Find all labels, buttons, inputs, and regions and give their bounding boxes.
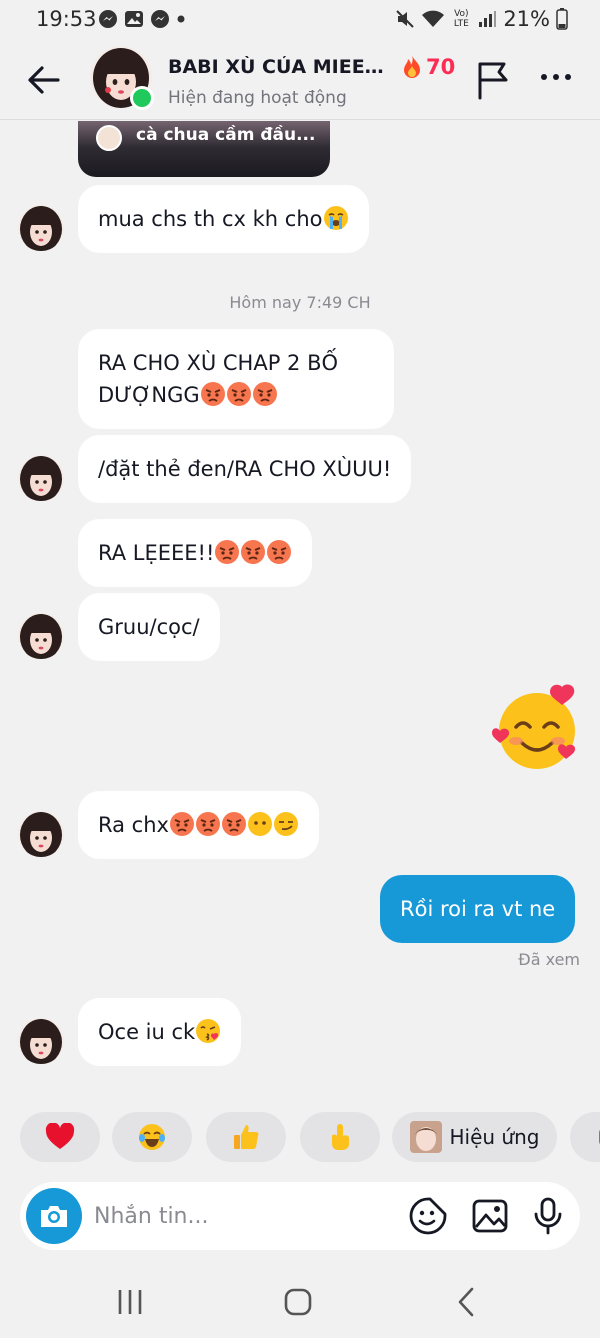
microphone-icon[interactable] xyxy=(528,1196,568,1236)
angry-emoji-icon xyxy=(221,812,246,836)
streak-badge[interactable]: 70 xyxy=(400,54,455,80)
sticker-icon xyxy=(599,1129,600,1145)
message-bubble[interactable]: mua chs th cx kh cho xyxy=(78,185,369,253)
home-icon[interactable] xyxy=(276,1284,320,1320)
recent-apps-icon[interactable] xyxy=(108,1284,152,1320)
message-bubble[interactable]: /đặt thẻ đen/RA CHO XÙUU! xyxy=(78,435,412,503)
notification-icons xyxy=(98,9,186,29)
message-text: Oce iu ck xyxy=(98,1020,196,1044)
contact-name[interactable]: BABI XÙ CỦA MIEE ... xyxy=(168,56,386,78)
quick-reaction-bar: Hiệu ứng xyxy=(0,1110,600,1166)
messenger-icon xyxy=(151,10,169,28)
sender-avatar[interactable] xyxy=(18,811,64,857)
message-text: Ra chx xyxy=(98,813,169,837)
more-effects-button[interactable] xyxy=(570,1112,600,1162)
no-mouth-emoji-icon xyxy=(247,812,272,836)
shared-video-author-avatar xyxy=(96,125,122,151)
message-text: mua chs th cx kh cho xyxy=(98,207,323,231)
back-button[interactable] xyxy=(22,58,66,102)
sender-avatar[interactable] xyxy=(18,205,64,251)
seen-status: Đã xem xyxy=(518,950,580,969)
my-message-bubble[interactable]: Rồi roi ra vt ne xyxy=(380,875,576,943)
status-time: 19:53 xyxy=(36,7,97,31)
dot-icon xyxy=(177,15,185,23)
sender-avatar[interactable] xyxy=(18,613,64,659)
smirk-emoji-icon xyxy=(273,812,298,836)
effects-thumbnail-icon xyxy=(409,1121,442,1153)
message-bubble[interactable]: RA LẸEEE!! xyxy=(78,519,313,587)
sticker-icon[interactable] xyxy=(408,1196,448,1236)
quick-reaction-heart[interactable] xyxy=(20,1112,100,1162)
message-bubble[interactable]: Gruu/cọc/ xyxy=(78,593,220,661)
thumbs-up-icon xyxy=(234,1125,259,1149)
gallery-icon xyxy=(125,11,143,27)
fire-icon xyxy=(404,55,420,78)
angry-emoji-icon xyxy=(195,812,220,836)
system-icons: Vo) LTE 21% xyxy=(395,7,568,31)
angry-emoji-icon xyxy=(226,382,251,406)
streak-count: 70 xyxy=(426,55,456,79)
flag-icon xyxy=(478,62,508,100)
online-indicator xyxy=(130,86,154,110)
signal-icon xyxy=(479,11,497,27)
contact-status: Hiện đang hoạt động xyxy=(168,88,347,108)
back-arrow-icon xyxy=(28,66,60,94)
system-navigation-bar xyxy=(0,1266,600,1338)
message-input[interactable] xyxy=(94,1182,394,1250)
shared-video-caption: cà chua cầm đầu... xyxy=(136,125,316,145)
timestamp: Hôm nay 7:49 CH xyxy=(229,293,371,312)
quick-reaction-thumbs-up[interactable] xyxy=(206,1112,286,1162)
more-dot xyxy=(541,74,547,80)
angry-emoji-icon xyxy=(215,540,240,564)
smiling-face-with-hearts-emoji-icon[interactable] xyxy=(492,683,582,773)
message-text: RA LẸEEE!! xyxy=(98,541,215,565)
message-list[interactable]: cà chua cầm đầu... mua chs th cx kh cho … xyxy=(0,121,600,1101)
effects-label: Hiệu ứng xyxy=(449,1125,540,1149)
status-bar: 19:53 Vo) LTE 21% xyxy=(0,0,600,40)
more-dot xyxy=(553,74,559,80)
quick-reaction-laugh[interactable] xyxy=(112,1112,192,1162)
battery-percent: 21% xyxy=(503,7,550,31)
mute-icon xyxy=(396,10,415,28)
camera-button[interactable] xyxy=(26,1188,82,1244)
more-options-button[interactable] xyxy=(536,62,576,92)
message-text: Rồi roi ra vt ne xyxy=(400,897,556,921)
message-text: Gruu/cọc/ xyxy=(98,615,200,639)
tears-of-joy-icon xyxy=(139,1124,165,1150)
messenger-icon xyxy=(99,10,117,28)
sender-avatar[interactable] xyxy=(18,455,64,501)
message-bubble[interactable]: Ra chx xyxy=(78,791,319,859)
wifi-icon xyxy=(422,10,445,27)
message-composer xyxy=(20,1182,580,1250)
image-icon[interactable] xyxy=(470,1196,510,1236)
angry-emoji-icon xyxy=(252,382,277,406)
heart-icon xyxy=(45,1123,75,1149)
sender-avatar[interactable] xyxy=(18,1018,64,1064)
shared-video-card[interactable]: cà chua cầm đầu... xyxy=(78,121,330,177)
report-button[interactable] xyxy=(474,60,512,100)
angry-emoji-icon xyxy=(169,812,194,836)
kiss-emoji-icon xyxy=(196,1019,221,1043)
volte-label: Vo) LTE xyxy=(453,9,469,29)
angry-emoji-icon xyxy=(241,540,266,564)
camera-icon xyxy=(41,1206,67,1227)
loudly-crying-emoji-icon xyxy=(323,206,348,230)
more-dot xyxy=(565,74,571,80)
angry-emoji-icon xyxy=(200,382,225,406)
pointing-up-icon xyxy=(332,1124,349,1150)
message-text: /đặt thẻ đen/RA CHO XÙUU! xyxy=(98,457,392,481)
nav-back-icon[interactable] xyxy=(444,1284,488,1320)
effects-button[interactable]: Hiệu ứng xyxy=(392,1112,557,1162)
chat-header: BABI XÙ CỦA MIEE ... Hiện đang hoạt động… xyxy=(0,40,600,120)
battery-icon xyxy=(556,8,568,30)
message-bubble[interactable]: RA CHO XÙ CHAP 2 BỐ DƯỢNGG xyxy=(78,329,394,429)
quick-reaction-point[interactable] xyxy=(300,1112,380,1162)
message-bubble[interactable]: Oce iu ck xyxy=(78,998,242,1066)
angry-emoji-icon xyxy=(267,540,292,564)
